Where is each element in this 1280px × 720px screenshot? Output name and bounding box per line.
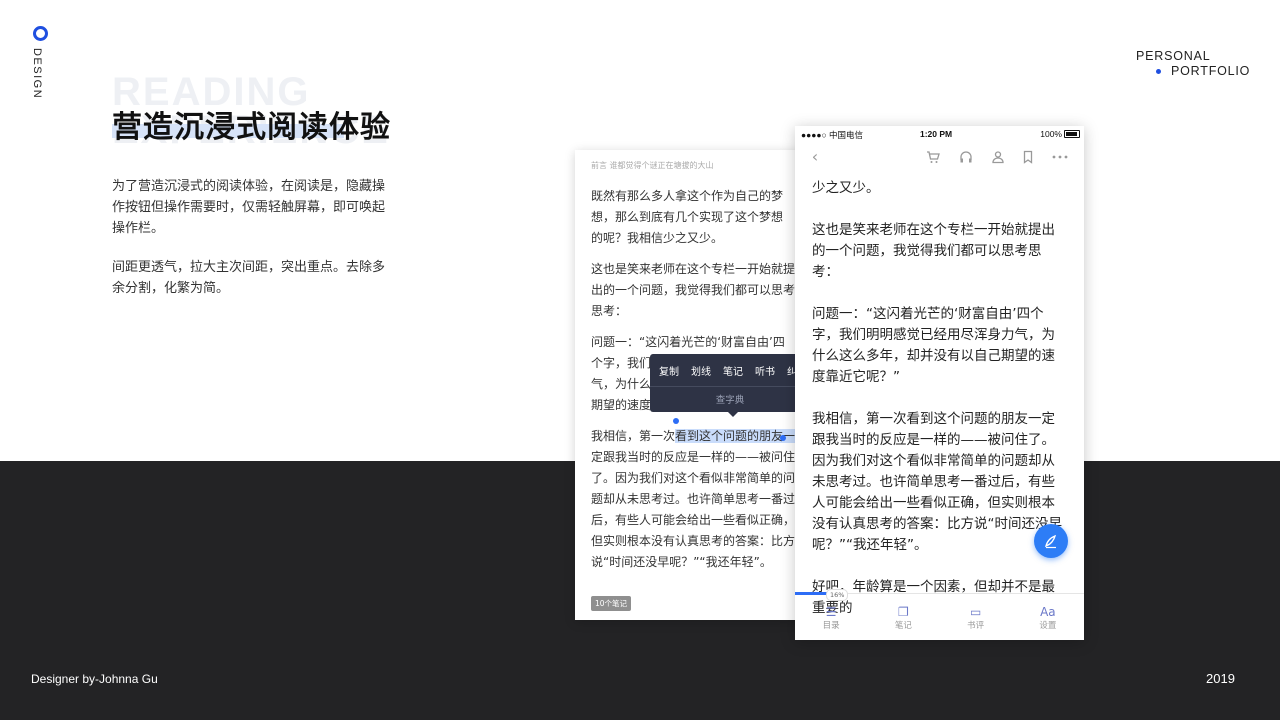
carrier: ●●●●○ 中国电信 (801, 130, 864, 140)
text-before-selection: 我相信，第一次 (591, 429, 676, 443)
tab-label: 目录 (822, 621, 840, 631)
selection-start-handle[interactable] (673, 418, 679, 424)
list-icon: ☰ (825, 605, 837, 619)
phone-paragraph: 问题一：“这闪着光芒的‘财富自由’四个字，我们明明感觉已经用尽浑身力气，为什么这… (812, 306, 1055, 385)
back-icon[interactable]: ‹ (808, 149, 822, 165)
tab-contents[interactable]: ☰ 目录 (795, 600, 867, 640)
bookmark-icon[interactable] (1021, 150, 1035, 164)
selection-popup: 复制 划线 笔记 听书 纠错 查字典 (650, 354, 810, 412)
tab-notes[interactable]: ❐ 笔记 (867, 600, 939, 640)
tab-settings[interactable]: Aa 设置 (1012, 600, 1084, 640)
pen-icon[interactable] (1034, 524, 1068, 558)
dictionary-button[interactable]: 查字典 (650, 392, 810, 406)
status-bar: ●●●●○ 中国电信 1:20 PM 100% (795, 126, 1084, 142)
battery-icon (1064, 130, 1080, 138)
text-after-selection: 定跟我当时的反应是一样的——被问住了。因为我们对这个看似非常简单的问题却从未思考… (591, 450, 796, 569)
reader-nav-bar: ‹ (795, 142, 1084, 172)
phone-paragraph: 我相信，第一次看到这个问题的朋友一定跟我当时的反应是一样的——被问住了。因为我们… (812, 411, 1062, 553)
comment-icon: ▭ (969, 605, 982, 619)
tab-label: 笔记 (894, 621, 912, 631)
status-time: 1:20 PM (920, 129, 953, 139)
font-icon: Aa (1040, 605, 1056, 619)
popup-divider (650, 386, 810, 387)
tablet-paragraph[interactable]: 我相信，第一次看到这个问题的朋友一定跟我当时的反应是一样的——被问住了。因为我们… (591, 426, 803, 573)
phone-reading-screen: ●●●●○ 中国电信 1:20 PM 100% ‹ 少之又少。 这也是笑来老师在… (795, 126, 1084, 640)
designer-credit: Designer by-Johnna Gu (31, 672, 158, 686)
tablet-paragraph: 既然有那么多人拿这个作为自己的梦想，那么到底有几个实现了这个梦想的呢？我相信少之… (591, 189, 784, 245)
popup-actions: 复制 划线 笔记 听书 纠错 (659, 363, 807, 378)
notes-count-badge[interactable]: 10个笔记 (591, 596, 632, 611)
popup-arrow (727, 411, 739, 417)
cart-icon[interactable] (926, 150, 940, 164)
phone-text: 少之又少。 这也是笑来老师在这个专栏一开始就提出的一个问题，我觉得我们都可以思考… (812, 178, 1066, 640)
ring-icon (33, 26, 48, 41)
personal-label: PERSONAL (1136, 49, 1211, 63)
dot-icon (1156, 69, 1161, 74)
copy-button[interactable]: 复制 (659, 363, 679, 378)
tab-label: 设置 (1039, 621, 1057, 631)
notes-icon: ❐ (897, 605, 909, 619)
more-icon[interactable] (1051, 150, 1069, 164)
tab-reviews[interactable]: ▭ 书评 (940, 600, 1012, 640)
year-label: 2019 (1206, 671, 1235, 686)
selection-end-handle[interactable] (780, 435, 786, 441)
description-paragraph-1: 为了营造沉浸式的阅读体验，在阅读是，隐藏操作按钮但操作需要时，仅需轻触屏幕，即可… (112, 179, 386, 236)
battery-percent: 100% (1040, 129, 1062, 139)
headphones-icon[interactable] (959, 150, 973, 164)
tablet-paragraph: 这也是笑来老师在这个专栏一开始就提出的一个问题，我觉得我们都可以思考思考： (591, 262, 796, 318)
description-paragraph-2: 间距更透气，拉大主次间距，突出重点。去除多余分割，化繁为简。 (112, 260, 386, 296)
portfolio-label: PORTFOLIO (1171, 64, 1251, 78)
reader-tab-bar: ☰ 目录 ❐ 笔记 ▭ 书评 Aa 设置 (795, 600, 1084, 640)
page-title: 营造沉浸式阅读体验 (112, 110, 391, 145)
tab-label: 书评 (967, 621, 985, 631)
listen-button[interactable]: 听书 (755, 363, 775, 378)
note-button[interactable]: 笔记 (723, 363, 743, 378)
phone-paragraph: 这也是笑来老师在这个专栏一开始就提出的一个问题，我觉得我们都可以思考思考： (812, 222, 1055, 280)
phone-paragraph: 少之又少。 (812, 180, 880, 196)
underline-button[interactable]: 划线 (691, 363, 711, 378)
user-icon[interactable] (991, 150, 1005, 164)
chapter-header: 前言 谁都觉得个谜正在塘拔的大山 (591, 161, 714, 170)
selected-text[interactable]: 看到这个问题的朋友一 (675, 429, 796, 443)
vertical-design-label: DESIGN (31, 48, 43, 100)
